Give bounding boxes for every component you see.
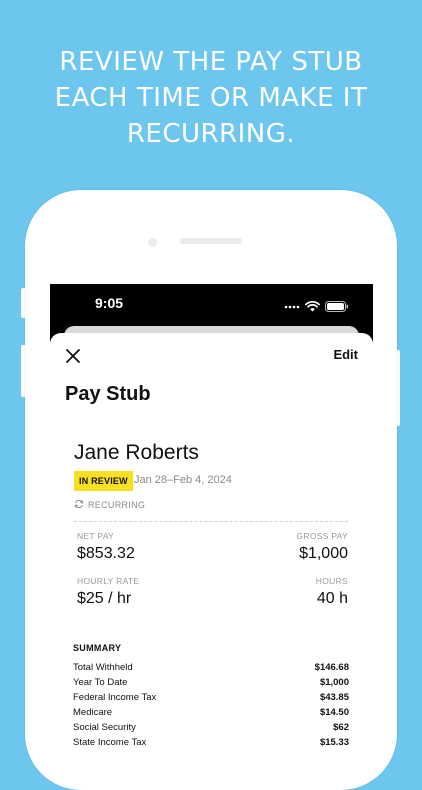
- edit-button[interactable]: Edit: [333, 347, 358, 362]
- net-pay-value: $853.32: [77, 545, 135, 562]
- close-button[interactable]: [66, 348, 80, 363]
- gross-pay-label: GROSS PAY: [296, 531, 348, 541]
- hours-label: HOURS: [315, 576, 348, 586]
- employee-name: Jane Roberts: [74, 441, 199, 464]
- summary-row-label: Federal Income Tax: [73, 692, 157, 703]
- close-icon: [66, 348, 80, 367]
- summary-row-label: State Income Tax: [73, 737, 147, 748]
- hours-value: 40 h: [316, 590, 348, 607]
- pay-period: Jan 28–Feb 4, 2024: [134, 474, 232, 486]
- summary-row-label: Year To Date: [73, 677, 128, 688]
- summary-row-amount: $1,000: [319, 677, 349, 688]
- headline-line-2: EACH TIME OR MAKE IT: [54, 83, 368, 113]
- net-pay-label: NET PAY: [77, 531, 115, 541]
- summary-title: SUMMARY: [73, 643, 122, 653]
- hourly-rate-value: $25 / hr: [77, 590, 132, 607]
- summary-row: Year To Date $1,000: [73, 675, 349, 690]
- summary-row: Social Security $62: [73, 720, 349, 735]
- summary-list: Total Withheld $146.68 Year To Date $1,0…: [73, 660, 349, 750]
- status-icons: [284, 297, 349, 316]
- summary-row-label: Social Security: [73, 722, 136, 733]
- summary-row-amount: $146.68: [314, 662, 349, 673]
- promo-headline: REVIEW THE PAY STUB EACH TIME OR MAKE IT…: [0, 44, 422, 152]
- phone-screen: 9:05 Edit Pay Stub Jane Roberts IN REVIE…: [50, 284, 373, 754]
- gross-pay-value: $1,000: [299, 545, 348, 562]
- front-camera: [148, 238, 157, 247]
- signal-icon: [284, 297, 300, 316]
- summary-row: Federal Income Tax $43.85: [73, 690, 349, 705]
- wifi-icon: [305, 297, 320, 316]
- summary-row-amount: $14.50: [319, 707, 349, 718]
- dashed-divider: [74, 521, 348, 522]
- headline-line-3: RECURRING.: [126, 119, 296, 149]
- hourly-rate-label: HOURLY RATE: [77, 576, 140, 586]
- summary-row-label: Medicare: [73, 707, 113, 718]
- page-title: Pay Stub: [65, 383, 151, 405]
- refresh-icon: [74, 499, 84, 511]
- headline-line-1: REVIEW THE PAY STUB: [59, 47, 363, 77]
- status-time: 9:05: [95, 295, 124, 311]
- summary-row-amount: $62: [333, 722, 349, 733]
- battery-icon: [325, 297, 349, 316]
- pay-stub-sheet: Edit Pay Stub Jane Roberts IN REVIEW Jan…: [50, 333, 373, 754]
- summary-row-amount: $15.33: [319, 737, 349, 748]
- summary-row: State Income Tax $15.33: [73, 735, 349, 750]
- summary-row-label: Total Withheld: [73, 662, 133, 673]
- earpiece-speaker: [180, 238, 242, 244]
- summary-row: Medicare $14.50: [73, 705, 349, 720]
- recurring-label: RECURRING: [88, 500, 146, 510]
- recurring-indicator: RECURRING: [74, 499, 145, 511]
- summary-row: Total Withheld $146.68: [73, 660, 349, 675]
- summary-row-amount: $43.85: [319, 692, 349, 703]
- status-badge: IN REVIEW: [74, 471, 133, 491]
